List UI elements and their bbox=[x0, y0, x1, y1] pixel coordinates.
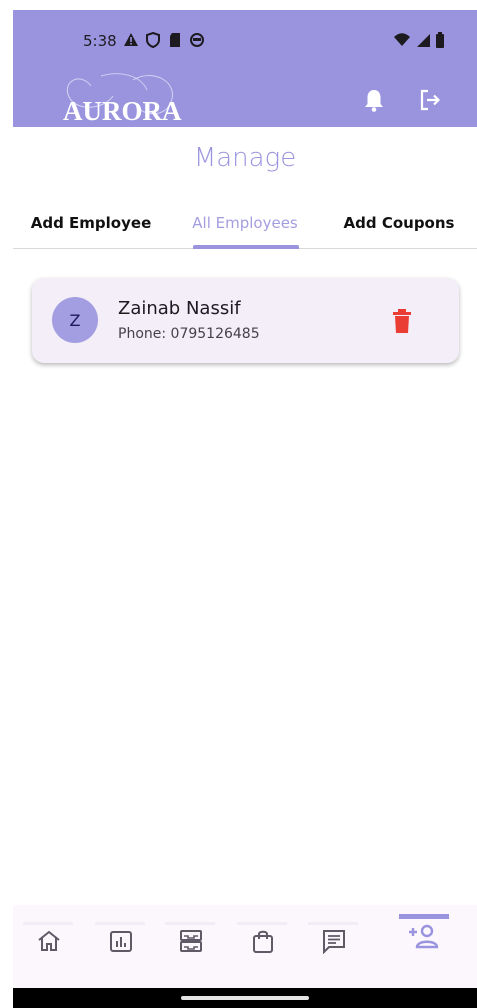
trash-icon bbox=[393, 309, 411, 333]
status-time: 5:38 bbox=[83, 32, 117, 50]
warning-icon bbox=[124, 33, 138, 46]
aurora-logo: AURORA bbox=[61, 72, 201, 128]
notifications-button[interactable] bbox=[360, 86, 388, 114]
nav-indicator bbox=[237, 922, 287, 925]
tab-bar: Add Employee All Employees Add Coupons bbox=[13, 200, 477, 249]
nav-add-employee[interactable] bbox=[389, 905, 459, 988]
nav-inventory[interactable] bbox=[155, 905, 215, 988]
stats-icon bbox=[110, 931, 132, 952]
bell-icon bbox=[365, 90, 383, 112]
recorder-icon bbox=[190, 33, 204, 47]
sd-card-icon bbox=[170, 33, 180, 47]
tab-add-employee[interactable]: Add Employee bbox=[13, 200, 169, 246]
home-icon bbox=[38, 930, 60, 951]
nav-indicator bbox=[95, 922, 145, 925]
tab-add-coupons[interactable]: Add Coupons bbox=[321, 200, 477, 246]
active-tab-indicator bbox=[193, 245, 299, 249]
message-icon bbox=[323, 930, 345, 954]
shield-icon bbox=[146, 32, 160, 48]
nav-orders[interactable] bbox=[227, 905, 287, 988]
shopping-bag-icon bbox=[253, 930, 273, 953]
nav-indicator bbox=[399, 914, 449, 919]
employee-phone: Phone: 0795126485 bbox=[118, 326, 260, 342]
home-gesture-handle[interactable] bbox=[181, 996, 309, 1000]
bottom-navigation bbox=[13, 905, 477, 988]
logout-button[interactable] bbox=[416, 86, 444, 114]
gesture-bar bbox=[13, 988, 477, 1008]
app-header: 5:38 AURORA bbox=[13, 10, 477, 127]
logo-text: AURORA bbox=[63, 96, 182, 126]
wifi-icon bbox=[394, 33, 410, 46]
nav-indicator bbox=[165, 922, 215, 925]
delete-employee-button[interactable] bbox=[390, 308, 414, 334]
nav-messages[interactable] bbox=[298, 905, 358, 988]
add-person-icon bbox=[409, 924, 439, 949]
avatar: Z bbox=[52, 297, 98, 343]
inventory-icon bbox=[180, 930, 202, 952]
status-icons-right bbox=[393, 32, 445, 50]
status-bar: 5:38 bbox=[13, 10, 477, 52]
employee-name: Zainab Nassif bbox=[118, 298, 241, 319]
page-title: Manage bbox=[193, 143, 297, 173]
nav-indicator bbox=[308, 922, 358, 925]
status-icons-left bbox=[123, 32, 205, 50]
tab-all-employees[interactable]: All Employees bbox=[169, 200, 321, 246]
nav-stats[interactable] bbox=[85, 905, 145, 988]
employee-card[interactable]: Z Zainab Nassif Phone: 0795126485 bbox=[32, 278, 459, 363]
logout-icon bbox=[420, 89, 441, 111]
nav-home[interactable] bbox=[13, 905, 73, 988]
nav-indicator bbox=[23, 922, 73, 925]
signal-icon bbox=[417, 34, 430, 47]
battery-icon bbox=[436, 32, 444, 48]
